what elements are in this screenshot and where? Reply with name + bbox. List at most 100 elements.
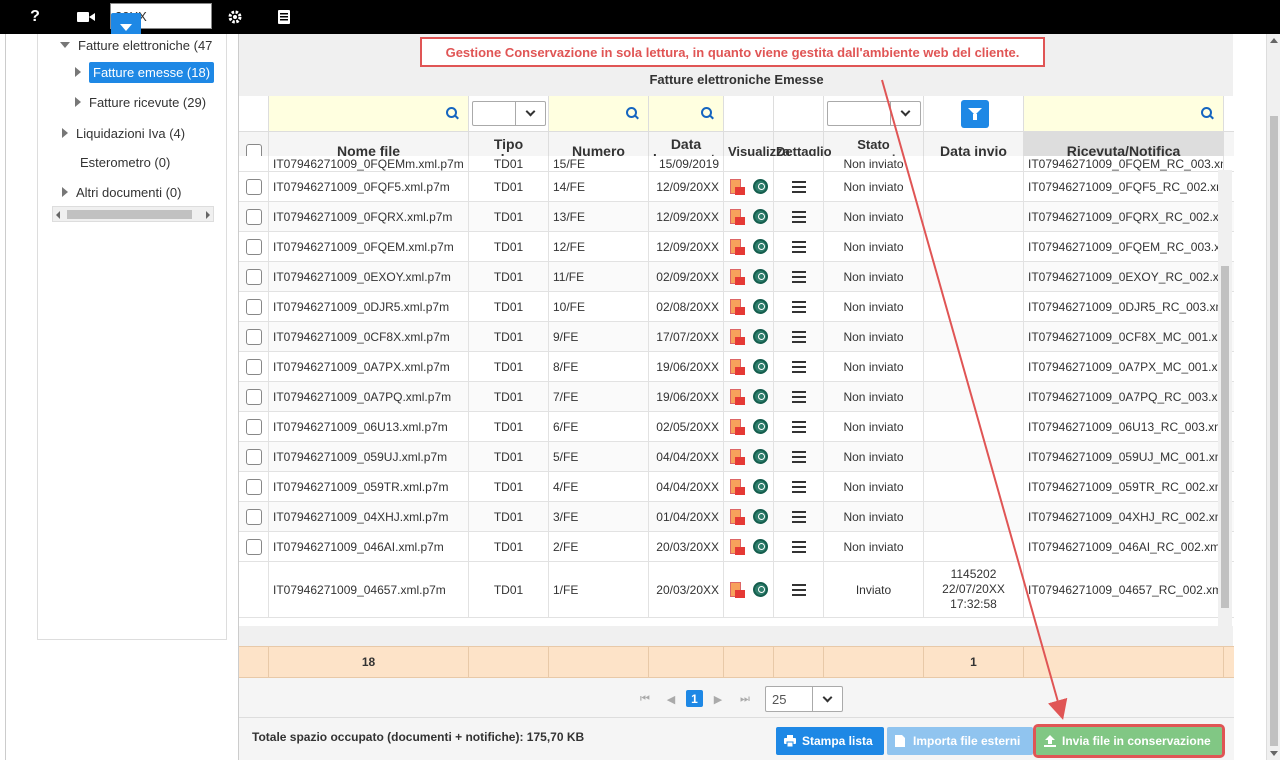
filter-numero[interactable] — [549, 96, 649, 132]
certificate-icon[interactable] — [753, 539, 768, 554]
menu-icon[interactable] — [791, 180, 806, 193]
page-size-select[interactable]: 25 — [765, 686, 843, 712]
pdf-document-icon[interactable] — [729, 178, 745, 195]
caret-right-icon[interactable] — [75, 67, 81, 77]
gear-icon[interactable] — [225, 7, 245, 27]
filter-icon[interactable] — [961, 100, 989, 128]
menu-icon[interactable] — [791, 360, 806, 373]
pdf-document-icon[interactable] — [729, 508, 745, 525]
next-page-icon[interactable]: ▶ — [712, 693, 724, 706]
filter-ricevuta[interactable] — [1024, 96, 1224, 132]
pdf-document-icon[interactable] — [729, 328, 745, 345]
filter-data-documento[interactable] — [649, 96, 724, 132]
row-checkbox[interactable] — [245, 448, 262, 465]
pdf-document-icon[interactable] — [729, 208, 745, 225]
filter-nome-file[interactable] — [269, 96, 469, 132]
row-checkbox[interactable] — [245, 268, 262, 285]
pdf-document-icon[interactable] — [729, 268, 745, 285]
tree-item-fatture-ricevute[interactable]: Fatture ricevute (29) — [75, 91, 206, 113]
row-checkbox[interactable] — [245, 508, 262, 525]
tree-item-esterometro[interactable]: Esterometro (0) — [80, 151, 170, 173]
search-icon[interactable] — [446, 107, 458, 119]
pdf-document-icon[interactable] — [729, 298, 745, 315]
table-row[interactable]: IT07946271009_0CF8X.xml.p7m TD01 9/FE 17/07… — [239, 322, 1234, 352]
tree-item-fatture-elettroniche[interactable]: Fatture elettroniche (47 — [60, 34, 212, 56]
pdf-document-icon[interactable] — [729, 418, 745, 435]
menu-icon[interactable] — [791, 420, 806, 433]
table-row[interactable]: IT07946271009_0FQF5.xml.p7m TD01 14/FE 12/0… — [239, 172, 1234, 202]
video-icon[interactable] — [76, 7, 96, 27]
current-page[interactable]: 1 — [686, 690, 703, 707]
send-to-conservation-button[interactable]: Invia file in conservazione — [1033, 724, 1225, 758]
certificate-icon[interactable] — [753, 359, 768, 374]
table-row[interactable]: IT07946271009_0DJR5.xml.p7m TD01 10/FE 02/0… — [239, 292, 1234, 322]
chevron-down-icon[interactable] — [900, 106, 911, 117]
certificate-icon[interactable] — [753, 179, 768, 194]
tree-item-liquidazioni-iva[interactable]: Liquidazioni Iva (4) — [62, 122, 185, 144]
caret-down-icon[interactable] — [60, 42, 70, 48]
row-checkbox[interactable] — [245, 298, 262, 315]
grid-vertical-scrollbar[interactable] — [1218, 170, 1232, 630]
menu-icon[interactable] — [791, 583, 806, 596]
menu-icon[interactable] — [791, 390, 806, 403]
pdf-document-icon[interactable] — [729, 358, 745, 375]
menu-icon[interactable] — [791, 210, 806, 223]
caret-right-icon[interactable] — [62, 187, 68, 197]
row-checkbox[interactable] — [245, 328, 262, 345]
certificate-icon[interactable] — [753, 449, 768, 464]
table-row[interactable]: IT07946271009_059UJ.xml.p7m TD01 5/FE 04/04… — [239, 442, 1234, 472]
certificate-icon[interactable] — [753, 509, 768, 524]
table-row[interactable]: IT07946271009_0EXOY.xml.p7m TD01 11/FE 02/0… — [239, 262, 1234, 292]
pdf-document-icon[interactable] — [729, 478, 745, 495]
pdf-document-icon[interactable] — [729, 238, 745, 255]
table-row[interactable]: IT07946271009_04657.xml.p7m TD01 1/FE 20… — [239, 562, 1234, 618]
menu-icon[interactable] — [791, 270, 806, 283]
tree-item-fatture-emesse[interactable]: Fatture emesse (18) — [75, 61, 215, 83]
scrollbar-thumb[interactable] — [1270, 116, 1278, 746]
pdf-document-icon[interactable] — [729, 448, 745, 465]
help-icon[interactable]: ? — [25, 7, 45, 27]
scrollbar-thumb[interactable] — [67, 210, 192, 219]
table-row[interactable]: IT07946271009_046AI.xml.p7m TD01 2/FE 20/03… — [239, 532, 1234, 562]
caret-right-icon[interactable] — [62, 128, 68, 138]
certificate-icon[interactable] — [753, 419, 768, 434]
scroll-left-icon[interactable] — [56, 211, 60, 219]
scrollbar-thumb[interactable] — [1221, 266, 1229, 608]
sidebar-horizontal-scrollbar[interactable] — [52, 206, 214, 222]
tree-item-altri-documenti[interactable]: Altri documenti (0) — [62, 181, 181, 203]
pdf-document-icon[interactable] — [729, 581, 745, 598]
menu-icon[interactable] — [791, 450, 806, 463]
menu-icon[interactable] — [791, 330, 806, 343]
certificate-icon[interactable] — [753, 389, 768, 404]
search-icon[interactable] — [1201, 107, 1213, 119]
table-row[interactable]: IT07946271009_0A7PQ.xml.p7m TD01 7/FE 19/06… — [239, 382, 1234, 412]
pdf-document-icon[interactable] — [729, 388, 745, 405]
table-row[interactable]: IT07946271009_0A7PX.xml.p7m TD01 8/FE 19/06… — [239, 352, 1234, 382]
menu-icon[interactable] — [791, 480, 806, 493]
pdf-document-icon[interactable] — [729, 538, 745, 555]
print-list-button[interactable]: Stampa lista — [776, 727, 884, 755]
row-checkbox[interactable] — [245, 538, 262, 555]
certificate-icon[interactable] — [753, 209, 768, 224]
certificate-icon[interactable] — [753, 299, 768, 314]
scroll-right-icon[interactable] — [206, 211, 210, 219]
year-select[interactable]: 20XX — [110, 3, 212, 41]
search-icon[interactable] — [701, 107, 713, 119]
row-checkbox[interactable] — [245, 178, 262, 195]
menu-icon[interactable] — [791, 240, 806, 253]
prev-page-icon[interactable]: ◀ — [665, 693, 677, 706]
caret-right-icon[interactable] — [75, 97, 81, 107]
book-icon[interactable] — [274, 7, 294, 27]
page-vertical-scrollbar[interactable] — [1266, 34, 1280, 760]
search-icon[interactable] — [626, 107, 638, 119]
first-page-icon[interactable]: ⏮ — [639, 693, 651, 705]
stato-select[interactable] — [827, 101, 921, 126]
row-checkbox[interactable] — [245, 478, 262, 495]
certificate-icon[interactable] — [753, 582, 768, 597]
row-checkbox[interactable] — [245, 358, 262, 375]
row-checkbox[interactable] — [245, 238, 262, 255]
certificate-icon[interactable] — [753, 329, 768, 344]
table-row[interactable]: IT07946271009_06U13.xml.p7m TD01 6/FE 02/05… — [239, 412, 1234, 442]
scroll-up-icon[interactable] — [1270, 38, 1278, 43]
menu-icon[interactable] — [791, 300, 806, 313]
